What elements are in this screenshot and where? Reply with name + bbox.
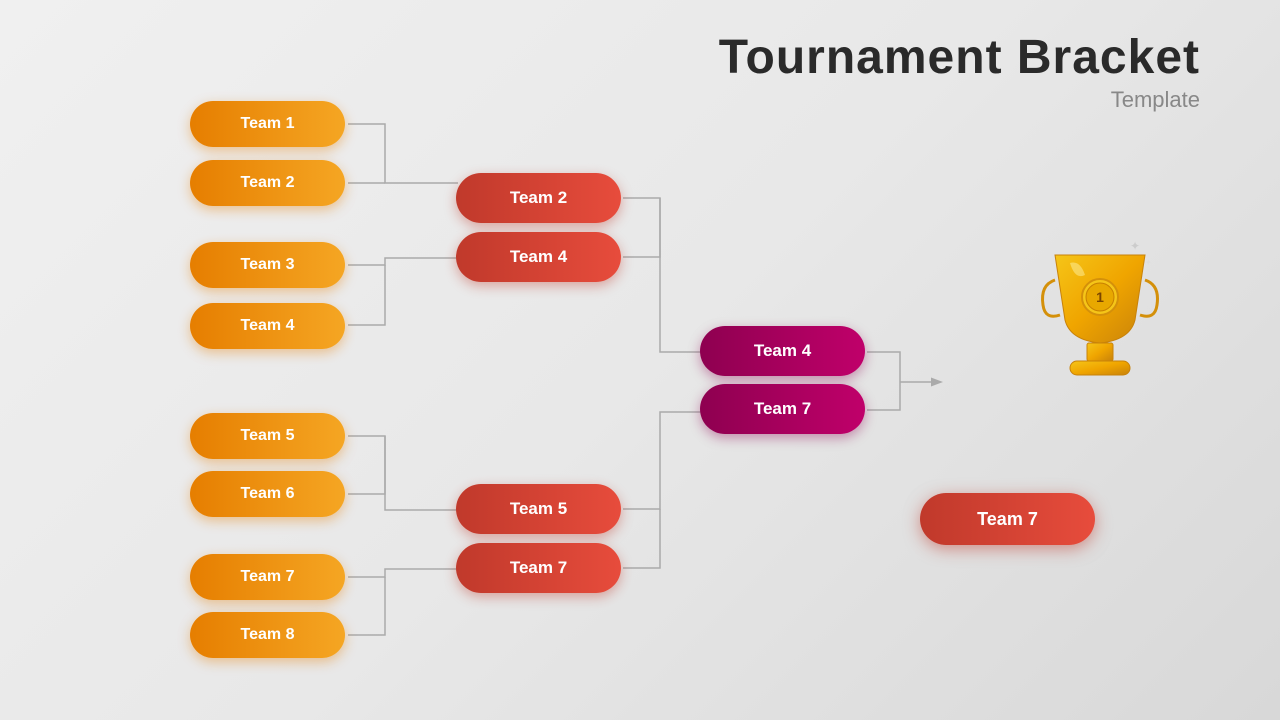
r2-team5: Team 5 <box>456 484 621 534</box>
svg-text:1: 1 <box>1096 289 1104 305</box>
r2-team2: Team 2 <box>456 173 621 223</box>
r1-team1: Team 1 <box>190 101 345 147</box>
r1-team5: Team 5 <box>190 413 345 459</box>
sub-title: Template <box>719 87 1200 113</box>
r1-team3: Team 3 <box>190 242 345 288</box>
svg-text:✦: ✦ <box>1130 239 1140 253</box>
r1-team6: Team 6 <box>190 471 345 517</box>
r3-team7: Team 7 <box>700 384 865 434</box>
r1-team2: Team 2 <box>190 160 345 206</box>
r1-team4: Team 4 <box>190 303 345 349</box>
winner-team: Team 7 <box>920 493 1095 545</box>
title-area: Tournament Bracket Template <box>719 30 1200 113</box>
r3-team4: Team 4 <box>700 326 865 376</box>
main-title: Tournament Bracket <box>719 30 1200 85</box>
r1-team7: Team 7 <box>190 554 345 600</box>
r2-team4: Team 4 <box>456 232 621 282</box>
r1-team8: Team 8 <box>190 612 345 658</box>
trophy: ✦ ✦ ✦ 1 <box>1030 220 1170 400</box>
svg-text:✦: ✦ <box>1145 258 1152 267</box>
r2-team7: Team 7 <box>456 543 621 593</box>
